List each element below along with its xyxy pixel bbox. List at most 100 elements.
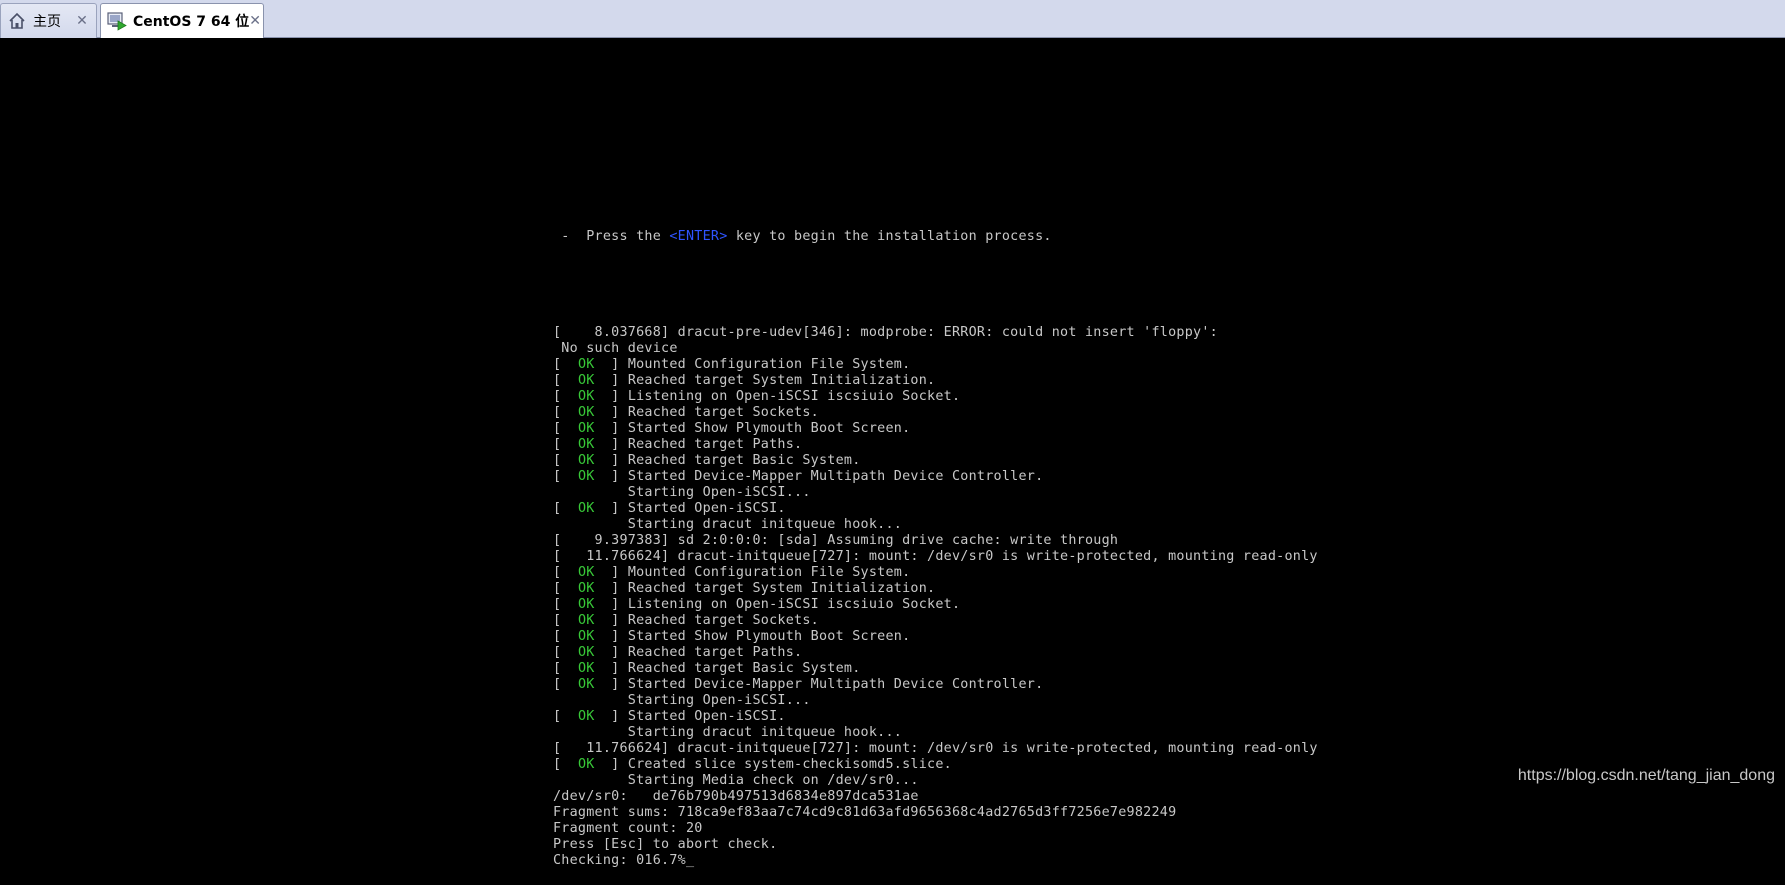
console-line: Starting dracut initqueue hook...	[553, 517, 1318, 533]
tab-centos-close-icon[interactable]: ✕	[249, 13, 261, 29]
ok-bracket-close: ]	[594, 709, 628, 724]
console-line-text: Press [Esc] to abort check.	[553, 837, 778, 852]
enter-prompt-suffix: key to begin the installation process.	[727, 229, 1052, 244]
ok-bracket-close: ]	[594, 357, 628, 372]
console-line: No such device	[553, 341, 1318, 357]
ok-bracket-open: [	[553, 357, 578, 372]
console-line-enter-prompt: - Press the <ENTER> key to begin the ins…	[553, 229, 1318, 245]
ok-bracket-close: ]	[594, 437, 628, 452]
ok-bracket-open: [	[553, 389, 578, 404]
ok-bracket-close: ]	[594, 389, 628, 404]
console-line: [ 8.037668] dracut-pre-udev[346]: modpro…	[553, 325, 1318, 341]
console-line-ok: [ OK ] Mounted Configuration File System…	[553, 565, 1318, 581]
console-line-text: Starting dracut initqueue hook...	[553, 517, 903, 532]
console-line: [ 9.397383] sd 2:0:0:0: [sda] Assuming d…	[553, 533, 1318, 549]
ok-bracket-close: ]	[594, 565, 628, 580]
console-line-text: Starting dracut initqueue hook...	[553, 725, 903, 740]
enter-prompt-prefix: - Press the	[553, 229, 670, 244]
console-log: [ 8.037668] dracut-pre-udev[346]: modpro…	[553, 325, 1318, 869]
console-line: Starting Open-iSCSI...	[553, 485, 1318, 501]
ok-bracket-close: ]	[594, 661, 628, 676]
console-line-text: [ 9.397383] sd 2:0:0:0: [sda] Assuming d…	[553, 533, 1119, 548]
ok-bracket-open: [	[553, 661, 578, 676]
ok-status: OK	[577, 581, 595, 596]
console-line-ok: [ OK ] Reached target Basic System.	[553, 661, 1318, 677]
console-line-text: Started Open-iSCSI.	[627, 501, 786, 516]
vm-console[interactable]: - Press the <ENTER> key to begin the ins…	[553, 197, 1318, 885]
ok-status: OK	[577, 709, 595, 724]
ok-bracket-open: [	[553, 677, 578, 692]
console-line-ok: [ OK ] Reached target Basic System.	[553, 453, 1318, 469]
home-icon	[7, 11, 27, 31]
console-line-text: Started Show Plymouth Boot Screen.	[627, 629, 911, 644]
console-line-text: Checking: 016.7%	[553, 853, 686, 868]
ok-status: OK	[577, 613, 595, 628]
console-line-text: [ 11.766624] dracut-initqueue[727]: moun…	[553, 741, 1318, 756]
ok-status: OK	[577, 437, 595, 452]
ok-bracket-close: ]	[594, 613, 628, 628]
ok-bracket-close: ]	[594, 501, 628, 516]
console-line-text: Reached target Basic System.	[627, 453, 861, 468]
tab-home[interactable]: 主页 ✕	[0, 3, 97, 38]
ok-bracket-close: ]	[594, 581, 628, 596]
ok-status: OK	[577, 389, 595, 404]
tab-centos-label: CentOS 7 64 位	[133, 14, 250, 30]
console-line: Starting Media check on /dev/sr0...	[553, 773, 1318, 789]
console-line-ok: [ OK ] Started Open-iSCSI.	[553, 709, 1318, 725]
console-line-text: Starting Media check on /dev/sr0...	[553, 773, 919, 788]
console-line-text: Reached target System Initialization.	[627, 373, 936, 388]
ok-status: OK	[577, 501, 595, 516]
text-cursor: _	[686, 853, 695, 868]
console-line-ok: [ OK ] Reached target System Initializat…	[553, 581, 1318, 597]
console-line-ok: [ OK ] Reached target Sockets.	[553, 613, 1318, 629]
console-line: Press [Esc] to abort check.	[553, 837, 1318, 853]
console-line: /dev/sr0: de76b790b497513d6834e897dca531…	[553, 789, 1318, 805]
ok-status: OK	[577, 469, 595, 484]
console-line-ok: [ OK ] Created slice system-checkisomd5.…	[553, 757, 1318, 773]
console-line-text: Started Device-Mapper Multipath Device C…	[627, 469, 1044, 484]
console-line-text: Reached target Basic System.	[627, 661, 861, 676]
ok-bracket-open: [	[553, 373, 578, 388]
ok-status: OK	[577, 597, 595, 612]
ok-status: OK	[577, 661, 595, 676]
tab-bar: 主页 ✕ CentOS 7 64 位 ✕	[0, 0, 1785, 38]
ok-bracket-open: [	[553, 565, 578, 580]
ok-status: OK	[577, 373, 595, 388]
console-line-text: Reached target Sockets.	[627, 613, 819, 628]
console-line: Checking: 016.7%_	[553, 853, 1318, 869]
console-line-text: Created slice system-checkisomd5.slice.	[627, 757, 952, 772]
console-line-text: Starting Open-iSCSI...	[553, 693, 811, 708]
ok-bracket-open: [	[553, 437, 578, 452]
console-line-ok: [ OK ] Listening on Open-iSCSI iscsiuio …	[553, 597, 1318, 613]
ok-bracket-open: [	[553, 629, 578, 644]
console-line-ok: [ OK ] Started Open-iSCSI.	[553, 501, 1318, 517]
ok-status: OK	[577, 421, 595, 436]
ok-bracket-open: [	[553, 501, 578, 516]
ok-bracket-open: [	[553, 581, 578, 596]
enter-key-label: <ENTER>	[669, 229, 728, 244]
console-line-ok: [ OK ] Reached target System Initializat…	[553, 373, 1318, 389]
console-line-text: [ 11.766624] dracut-initqueue[727]: moun…	[553, 549, 1318, 564]
ok-status: OK	[577, 405, 595, 420]
ok-bracket-open: [	[553, 453, 578, 468]
console-line-ok: [ OK ] Reached target Paths.	[553, 645, 1318, 661]
ok-bracket-close: ]	[594, 453, 628, 468]
console-line-text: Mounted Configuration File System.	[627, 565, 911, 580]
ok-status: OK	[577, 677, 595, 692]
tab-centos-vm[interactable]: CentOS 7 64 位 ✕	[100, 3, 264, 38]
ok-bracket-close: ]	[594, 469, 628, 484]
console-line-ok: [ OK ] Started Show Plymouth Boot Screen…	[553, 629, 1318, 645]
ok-bracket-close: ]	[594, 597, 628, 612]
ok-bracket-close: ]	[594, 629, 628, 644]
console-line-text: No such device	[553, 341, 678, 356]
ok-status: OK	[577, 645, 595, 660]
console-line-text: Reached target Paths.	[627, 437, 803, 452]
console-line-ok: [ OK ] Started Show Plymouth Boot Screen…	[553, 421, 1318, 437]
console-line-text: Reached target Paths.	[627, 645, 803, 660]
tab-home-close-icon[interactable]: ✕	[74, 13, 90, 29]
ok-bracket-open: [	[553, 597, 578, 612]
ok-status: OK	[577, 629, 595, 644]
ok-bracket-close: ]	[594, 757, 628, 772]
console-line: Starting dracut initqueue hook...	[553, 725, 1318, 741]
console-line-text: Listening on Open-iSCSI iscsiuio Socket.	[627, 597, 961, 612]
